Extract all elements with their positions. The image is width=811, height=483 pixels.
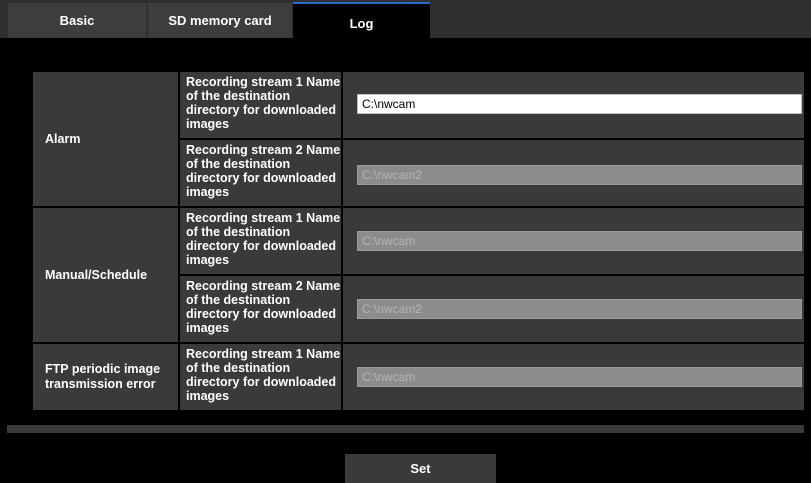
tab-log[interactable]: Log xyxy=(293,2,430,40)
alarm-stream1-directory-input[interactable] xyxy=(357,94,802,114)
tab-basic[interactable]: Basic xyxy=(8,3,146,38)
alarm-stream2-directory-input xyxy=(357,165,802,185)
ftp-stream1-directory-input xyxy=(357,367,802,387)
label-ftp-stream1: Recording stream 1 Name of the destinati… xyxy=(180,344,341,410)
tab-bar: Basic SD memory card Log xyxy=(0,0,811,40)
manual-stream2-directory-input xyxy=(357,299,802,319)
label-alarm-stream1: Recording stream 1 Name of the destinati… xyxy=(180,72,341,138)
tab-sd-memory-card[interactable]: SD memory card xyxy=(148,3,292,38)
label-alarm-stream2: Recording stream 2 Name of the destinati… xyxy=(180,140,341,206)
value-cell-manual-stream1 xyxy=(343,208,804,274)
log-settings-panel: Alarm Manual/Schedule FTP periodic image… xyxy=(7,38,804,425)
label-manual-stream1: Recording stream 1 Name of the destinati… xyxy=(180,208,341,274)
label-manual-stream2: Recording stream 2 Name of the destinati… xyxy=(180,276,341,342)
value-cell-alarm-stream2 xyxy=(343,140,804,206)
value-cell-manual-stream2 xyxy=(343,276,804,342)
category-manual-schedule: Manual/Schedule xyxy=(33,208,178,342)
set-button[interactable]: Set xyxy=(345,454,496,483)
category-alarm: Alarm xyxy=(33,72,178,206)
value-cell-ftp-stream1 xyxy=(343,344,804,410)
value-cell-alarm-stream1 xyxy=(343,72,804,138)
section-divider xyxy=(7,425,804,433)
manual-stream1-directory-input xyxy=(357,231,802,251)
category-ftp-periodic-error: FTP periodic image transmission error xyxy=(33,344,178,410)
